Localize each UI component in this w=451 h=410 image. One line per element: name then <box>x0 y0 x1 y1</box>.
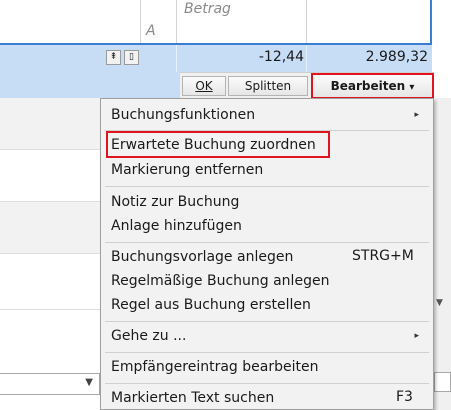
shortcut-label: F3 <box>396 389 413 405</box>
selected-row-extension <box>0 72 180 98</box>
list-row <box>0 202 100 254</box>
menu-item-regelmaessige-buchung[interactable]: Regelmäßige Buchung anlegen <box>111 270 329 292</box>
split-button-label: Splitten <box>244 79 292 93</box>
menu-item-regel-erstellen[interactable]: Regel aus Buchung erstellen <box>111 294 311 316</box>
menu-item-buchungsvorlage[interactable]: Buchungsvorlage anlegen <box>111 246 293 268</box>
shortcut-label: STRG+M <box>352 248 414 264</box>
scroll-down-icon[interactable]: ▼ <box>436 298 443 308</box>
menu-item-label: Regel aus Buchung erstellen <box>111 297 311 313</box>
menu-separator <box>105 383 429 384</box>
menu-item-notiz[interactable]: Notiz zur Buchung <box>111 191 239 213</box>
column-divider <box>140 0 141 44</box>
menu-item-label: Anlage hinzufügen <box>111 218 242 234</box>
column-divider <box>306 0 307 44</box>
column-divider <box>176 0 177 44</box>
menu-item-label: Markierung entfernen <box>111 162 264 178</box>
menu-item-label: Buchungsvorlage anlegen <box>111 249 294 265</box>
ok-button-label: OK <box>195 79 213 93</box>
menu-item-anlage[interactable]: Anlage hinzufügen <box>111 215 242 237</box>
dropdown-field[interactable] <box>434 372 451 392</box>
chevron-down-icon: ▾ <box>409 82 415 93</box>
upload-icon[interactable]: ⇞ <box>106 50 121 65</box>
ok-button[interactable]: OK <box>182 76 226 96</box>
amount-column-header: Betrag <box>184 1 231 17</box>
menu-item-label: Gehe zu ... <box>111 328 187 344</box>
split-button[interactable]: Splitten <box>228 76 308 96</box>
menu-item-label: Markierten Text suchen <box>111 390 275 406</box>
note-icon[interactable]: ▯ <box>124 50 139 65</box>
highlight-frame <box>106 131 330 158</box>
edit-button-label: Bearbeiten <box>330 79 406 93</box>
menu-item-text-suchen[interactable]: Markierten Text suchen <box>111 387 274 409</box>
menu-separator <box>105 186 429 187</box>
dropdown-field[interactable]: ▼ <box>0 373 100 395</box>
list-row <box>0 98 100 150</box>
amount-value[interactable]: -12,44 <box>178 49 304 65</box>
menu-item-markierung-entfernen[interactable]: Markierung entfernen <box>111 159 263 181</box>
menu-item-label: Empfängereintrag bearbeiten <box>111 359 319 375</box>
menu-item-label: Buchungsfunktionen <box>111 107 256 123</box>
menu-separator <box>105 242 429 243</box>
list-row <box>0 150 100 202</box>
edit-context-menu: Buchungsfunktionen ▸ Erwartete Buchung z… <box>100 98 434 410</box>
a-column-header: A <box>146 23 156 39</box>
selected-transaction-row[interactable]: ⇞ ▯ -12,44 2.989,32 <box>0 45 432 72</box>
chevron-down-icon: ▼ <box>85 377 93 388</box>
scrollbar[interactable]: ▼ <box>432 98 451 410</box>
menu-separator <box>105 321 429 322</box>
list-row <box>0 254 100 310</box>
submenu-arrow-icon: ▸ <box>414 331 419 341</box>
menu-item-empfaenger[interactable]: Empfängereintrag bearbeiten <box>111 356 318 378</box>
menu-item-label: Notiz zur Buchung <box>111 194 240 210</box>
column-divider <box>176 45 177 72</box>
menu-item-gehe-zu[interactable]: Gehe zu ... <box>111 325 186 347</box>
menu-separator <box>105 352 429 353</box>
edit-button[interactable]: Bearbeiten ▾ <box>311 73 434 99</box>
column-divider <box>306 45 307 72</box>
balance-value: 2.989,32 <box>365 49 428 65</box>
transaction-button-bar: OK Splitten Bearbeiten ▾ <box>180 72 434 99</box>
submenu-arrow-icon: ▸ <box>414 110 419 120</box>
menu-item-buchungsfunktionen[interactable]: Buchungsfunktionen <box>111 104 255 126</box>
list-area <box>0 310 100 410</box>
menu-item-label: Regelmäßige Buchung anlegen <box>111 273 330 289</box>
